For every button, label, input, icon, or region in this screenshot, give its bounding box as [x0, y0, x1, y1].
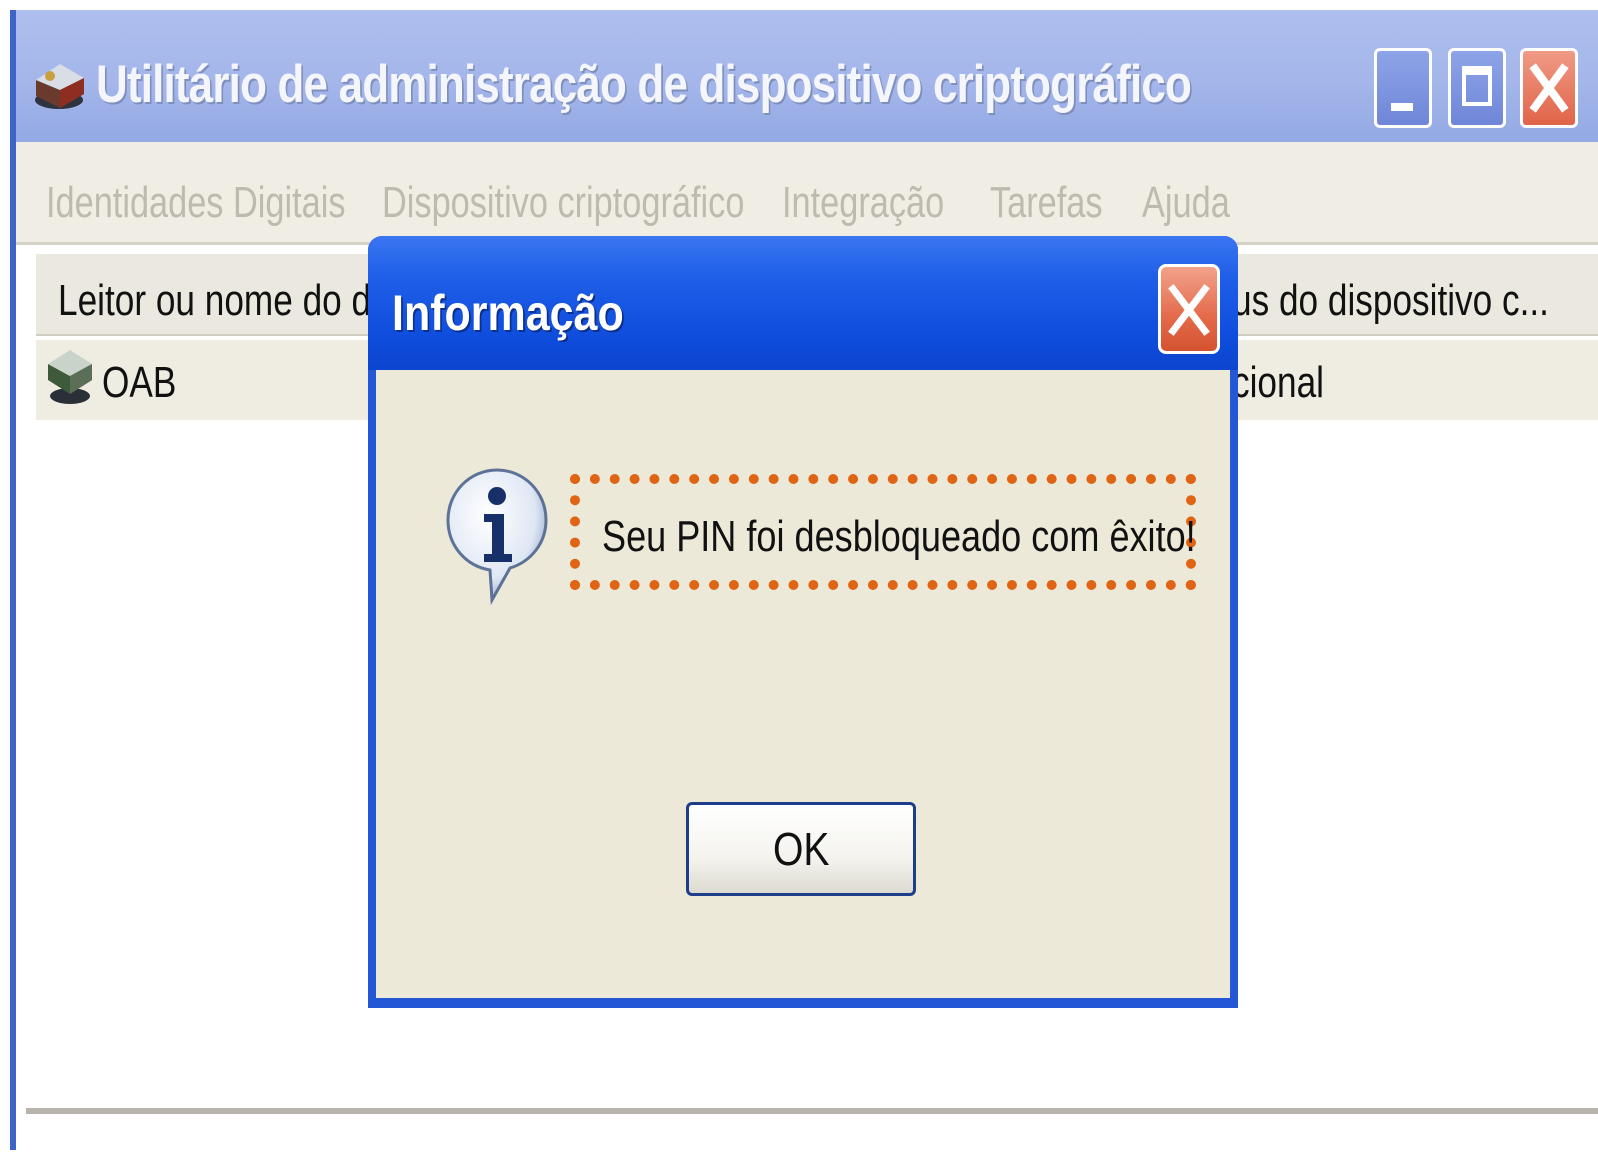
smart-card-icon	[48, 350, 92, 404]
info-icon	[446, 468, 548, 606]
row-device-status: cional	[1232, 358, 1324, 407]
menu-dispositivo-criptografico[interactable]: Dispositivo criptográfico	[382, 178, 744, 228]
dialog-title: Informação	[392, 285, 624, 341]
message-highlight: Seu PIN foi desbloqueado com êxito!	[570, 474, 1196, 590]
menu-identidades-digitais[interactable]: Identidades Digitais	[46, 178, 346, 228]
ok-button[interactable]: OK	[686, 802, 916, 896]
crypto-device-icon	[35, 64, 84, 109]
dialog-titlebar[interactable]: Informação	[368, 236, 1238, 370]
maximize-button[interactable]	[1448, 48, 1506, 128]
menu-bar: Identidades Digitais Dispositivo criptog…	[16, 142, 1598, 245]
menu-tarefas[interactable]: Tarefas	[990, 178, 1103, 228]
close-icon	[1168, 284, 1210, 336]
dialog-message: Seu PIN foi desbloqueado com êxito!	[602, 512, 1196, 561]
column-header-reader-name[interactable]: Leitor ou nome do di	[58, 276, 379, 326]
minimize-button[interactable]	[1374, 48, 1432, 128]
ok-button-label: OK	[772, 823, 830, 875]
information-dialog: Informação Seu PIN foi desbloqueado com …	[368, 236, 1238, 1008]
dialog-close-button[interactable]	[1158, 264, 1220, 354]
window-titlebar[interactable]: Utilitário de administração de dispositi…	[16, 10, 1598, 142]
menu-ajuda[interactable]: Ajuda	[1142, 178, 1230, 228]
list-bottom-border	[26, 1108, 1598, 1114]
close-button[interactable]	[1520, 48, 1578, 128]
menu-integracao[interactable]: Integração	[782, 178, 944, 228]
window-title: Utilitário de administração de dispositi…	[96, 55, 1192, 114]
close-icon	[1529, 63, 1569, 113]
dialog-body: Seu PIN foi desbloqueado com êxito! OK	[376, 370, 1230, 998]
row-device-name: OAB	[102, 358, 177, 407]
column-header-device-status[interactable]: us do dispositivo c...	[1232, 276, 1549, 326]
